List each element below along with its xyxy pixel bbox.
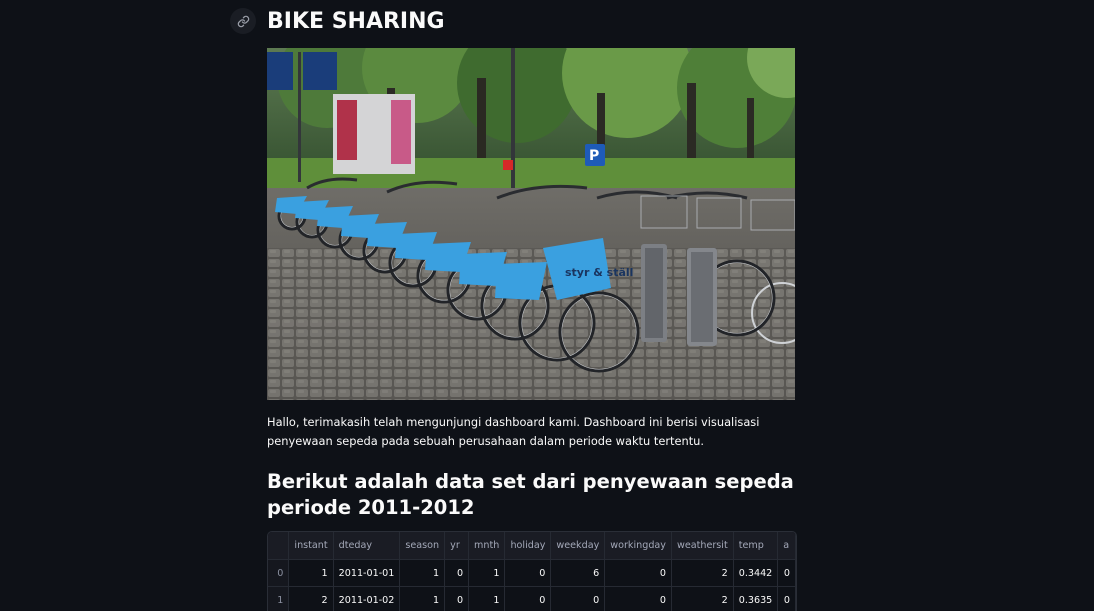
table-cell: 0 xyxy=(505,560,551,587)
index-header[interactable] xyxy=(268,532,289,560)
column-header[interactable]: holiday xyxy=(505,532,551,560)
table-cell: 0 xyxy=(551,587,605,611)
table-cell: 2011-01-02 xyxy=(333,587,400,611)
table-cell: 1 xyxy=(400,587,445,611)
table-cell: 2 xyxy=(671,587,733,611)
column-header[interactable]: mnth xyxy=(469,532,505,560)
table-cell: 2 xyxy=(289,587,333,611)
column-header[interactable]: dteday xyxy=(333,532,400,560)
column-header[interactable]: season xyxy=(400,532,445,560)
column-header[interactable]: yr xyxy=(445,532,469,560)
svg-text:P: P xyxy=(589,148,599,164)
dataset-subheader: Berikut adalah data set dari penyewaan s… xyxy=(267,469,795,521)
table-cell: 0 xyxy=(445,560,469,587)
table-cell: 0 xyxy=(778,587,796,611)
title-row: BIKE SHARING xyxy=(230,6,445,36)
intro-text: Hallo, terimakasih telah mengunjungi das… xyxy=(267,413,795,451)
row-index: 1 xyxy=(268,587,289,611)
page-title: BIKE SHARING xyxy=(267,9,445,34)
data-table: instantdtedayseasonyrmnthholidayweekdayw… xyxy=(268,532,796,611)
table-cell: 2011-01-01 xyxy=(333,560,400,587)
column-header[interactable]: a xyxy=(778,532,796,560)
dataset-table[interactable]: instantdtedayseasonyrmnthholidayweekdayw… xyxy=(267,531,797,611)
table-header-row: instantdtedayseasonyrmnthholidayweekdayw… xyxy=(268,532,796,560)
table-cell: 1 xyxy=(289,560,333,587)
table-cell: 2 xyxy=(671,560,733,587)
row-index: 0 xyxy=(268,560,289,587)
table-cell: 1 xyxy=(400,560,445,587)
table-cell: 0 xyxy=(778,560,796,587)
table-row[interactable]: 122011-01-0210100020.36350 xyxy=(268,587,796,611)
table-cell: 1 xyxy=(469,560,505,587)
bike-station-image: P xyxy=(267,48,795,400)
table-row[interactable]: 012011-01-0110106020.34420 xyxy=(268,560,796,587)
table-cell: 0.3442 xyxy=(733,560,778,587)
table-cell: 0 xyxy=(505,587,551,611)
column-header[interactable]: temp xyxy=(733,532,778,560)
sign-text: styr & ställ xyxy=(565,266,633,279)
column-header[interactable]: workingday xyxy=(605,532,672,560)
table-body: 012011-01-0110106020.34420122011-01-0210… xyxy=(268,560,796,611)
table-cell: 6 xyxy=(551,560,605,587)
column-header[interactable]: weathersit xyxy=(671,532,733,560)
table-cell: 0.3635 xyxy=(733,587,778,611)
table-cell: 0 xyxy=(605,587,672,611)
table-cell: 1 xyxy=(469,587,505,611)
link-icon[interactable] xyxy=(230,8,256,34)
column-header[interactable]: weekday xyxy=(551,532,605,560)
table-cell: 0 xyxy=(445,587,469,611)
column-header[interactable]: instant xyxy=(289,532,333,560)
table-cell: 0 xyxy=(605,560,672,587)
